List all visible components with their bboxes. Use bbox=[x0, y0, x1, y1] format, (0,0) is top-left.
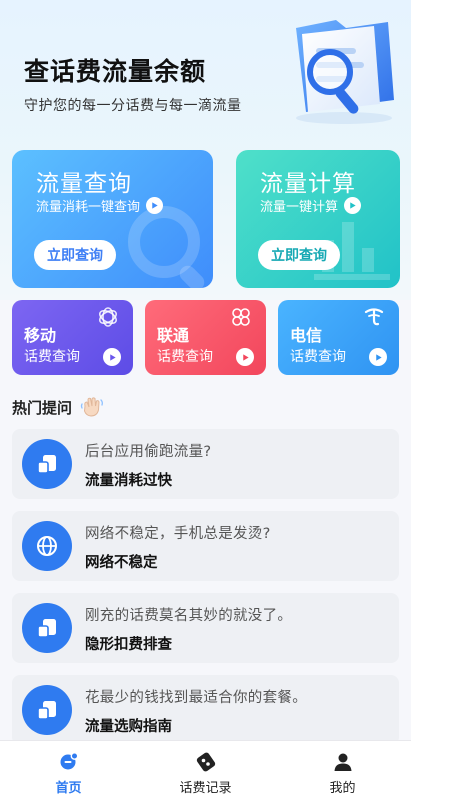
operator-name: 联通 bbox=[157, 326, 190, 345]
app-layers-icon bbox=[22, 603, 72, 653]
operator-subtitle: 话费查询 bbox=[157, 349, 213, 365]
question-topic: 流量消耗过快 bbox=[85, 473, 172, 489]
waving-hand-icon bbox=[80, 397, 103, 417]
operator-name: 电信 bbox=[290, 326, 323, 345]
app-layers-icon bbox=[22, 439, 72, 489]
records-icon bbox=[196, 752, 215, 772]
china-unicom-logo-icon bbox=[232, 308, 250, 326]
query-now-button[interactable]: 立即查询 bbox=[258, 240, 340, 270]
operator-subtitle: 话费查询 bbox=[290, 349, 346, 365]
bottom-tab-bar: 首页 话费记录 我的 bbox=[0, 740, 411, 800]
play-circle-icon bbox=[146, 197, 164, 214]
operator-name: 移动 bbox=[24, 326, 57, 345]
china-mobile-logo-icon bbox=[99, 307, 117, 327]
operator-subtitle: 话费查询 bbox=[24, 349, 80, 365]
tab-label: 话费记录 bbox=[179, 781, 232, 796]
card-title: 流量计算 bbox=[260, 171, 356, 197]
tab-home[interactable]: 首页 bbox=[0, 741, 137, 800]
query-now-button[interactable]: 立即查询 bbox=[34, 240, 116, 270]
question-text: 后台应用偷跑流量? bbox=[85, 444, 212, 460]
home-icon bbox=[60, 752, 78, 770]
app-layers-icon bbox=[22, 685, 72, 735]
card-description: 流量一键计算 bbox=[260, 200, 339, 215]
china-telecom-logo-icon bbox=[364, 308, 384, 326]
play-circle-icon[interactable] bbox=[103, 348, 121, 366]
card-desc-row: 流量一键计算 bbox=[260, 196, 362, 215]
question-topic: 隐形扣费排查 bbox=[85, 637, 172, 653]
hot-question-item[interactable]: 后台应用偷跑流量? 流量消耗过快 bbox=[12, 429, 399, 499]
question-topic: 流量选购指南 bbox=[85, 719, 172, 735]
page-subtitle: 守护您的每一分话费与每一滴流量 bbox=[24, 98, 242, 114]
question-text: 网络不稳定，手机总是发烫? bbox=[85, 526, 271, 542]
hot-questions-heading: 热门提问 bbox=[12, 396, 104, 418]
traffic-query-card[interactable]: 流量查询 流量消耗一键查询 立即查询 bbox=[12, 150, 213, 288]
page-title: 查话费流量余额 bbox=[24, 57, 207, 86]
card-desc-row: 流量消耗一键查询 bbox=[36, 196, 164, 215]
china-telecom-card[interactable]: 电信 话费查询 bbox=[278, 300, 399, 375]
hot-question-item[interactable]: 刚充的话费莫名其妙的就没了。 隐形扣费排查 bbox=[12, 593, 399, 663]
tab-label: 首页 bbox=[55, 781, 82, 796]
hot-question-item[interactable]: 花最少的钱找到最适合你的套餐。 流量选购指南 bbox=[12, 675, 399, 745]
play-circle-icon[interactable] bbox=[369, 348, 387, 366]
play-circle-icon bbox=[344, 197, 362, 214]
china-unicom-card[interactable]: 联通 话费查询 bbox=[145, 300, 266, 375]
tab-records[interactable]: 话费记录 bbox=[137, 741, 274, 800]
globe-icon bbox=[22, 521, 72, 571]
user-icon bbox=[334, 753, 351, 771]
question-text: 花最少的钱找到最适合你的套餐。 bbox=[85, 690, 307, 706]
app-screen: 查话费流量余额 守护您的每一分话费与每一滴流量 流量查询 流量消耗一键查询 立即… bbox=[0, 0, 411, 800]
tab-profile[interactable]: 我的 bbox=[274, 741, 411, 800]
tab-label: 我的 bbox=[329, 781, 356, 796]
section-title-text: 热门提问 bbox=[12, 398, 73, 417]
play-circle-icon[interactable] bbox=[236, 348, 254, 366]
document-folder-magnifier-icon bbox=[296, 20, 394, 124]
card-title: 流量查询 bbox=[36, 171, 132, 197]
question-topic: 网络不稳定 bbox=[85, 555, 158, 571]
hot-question-item[interactable]: 网络不稳定，手机总是发烫? 网络不稳定 bbox=[12, 511, 399, 581]
question-text: 刚充的话费莫名其妙的就没了。 bbox=[85, 608, 293, 624]
card-description: 流量消耗一键查询 bbox=[36, 200, 141, 215]
china-mobile-card[interactable]: 移动 话费查询 bbox=[12, 300, 133, 375]
traffic-calc-card[interactable]: 流量计算 流量一键计算 立即查询 bbox=[236, 150, 400, 288]
